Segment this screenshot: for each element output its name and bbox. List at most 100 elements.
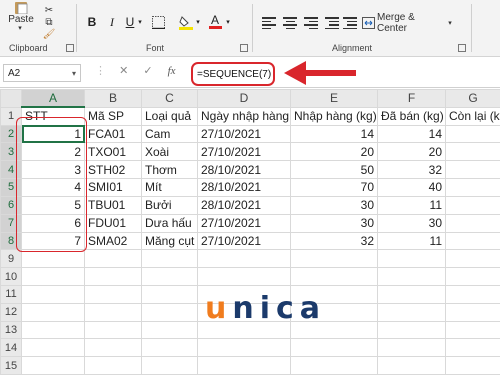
cell[interactable] — [197, 249, 291, 269]
paste-dropdown-icon[interactable]: ▾ — [15, 24, 25, 32]
cell[interactable] — [141, 356, 198, 375]
clipboard-launcher-icon[interactable] — [66, 44, 74, 52]
cell[interactable]: STT — [21, 106, 85, 126]
cell[interactable]: 27/10/2021 — [197, 213, 291, 233]
cell[interactable] — [445, 178, 500, 197]
column-header[interactable]: C — [141, 89, 198, 108]
cell[interactable] — [445, 320, 500, 340]
cancel-icon[interactable]: ✕ — [119, 65, 128, 77]
cell[interactable]: 14 — [290, 124, 378, 144]
row-header[interactable]: 15 — [0, 356, 22, 375]
cell[interactable]: 30 — [290, 195, 378, 215]
merge-center-button[interactable]: Merge & Center — [377, 12, 445, 34]
row-header[interactable]: 3 — [0, 142, 22, 162]
underline-dropdown-icon[interactable]: ▾ — [136, 14, 144, 30]
cell[interactable] — [21, 284, 85, 304]
fill-color-icon[interactable] — [178, 14, 194, 30]
row-header[interactable]: 2 — [0, 124, 22, 144]
cell[interactable] — [21, 302, 85, 322]
cell[interactable] — [84, 267, 142, 286]
cell[interactable]: 27/10/2021 — [197, 231, 291, 251]
cell[interactable]: Nhập hàng (kg) — [290, 106, 378, 126]
formula-input[interactable]: =SEQUENCE(7) — [191, 62, 275, 86]
cell[interactable] — [445, 267, 500, 286]
cell[interactable]: 27/10/2021 — [197, 142, 291, 162]
cell[interactable]: Dưa hấu — [141, 213, 198, 233]
cell[interactable]: Xoài — [141, 142, 198, 162]
merge-dropdown-icon[interactable]: ▾ — [446, 17, 454, 29]
cell[interactable]: 70 — [290, 178, 378, 197]
cell[interactable] — [197, 267, 291, 286]
row-header[interactable]: 12 — [0, 302, 22, 322]
cell[interactable]: 3 — [21, 160, 85, 180]
cell[interactable] — [84, 356, 142, 375]
cell[interactable] — [141, 284, 198, 304]
column-header[interactable]: E — [290, 89, 378, 108]
row-header[interactable]: 4 — [0, 160, 22, 180]
fill-color-dropdown-icon[interactable]: ▾ — [194, 14, 202, 30]
insert-function-button[interactable]: fx — [168, 65, 176, 77]
cell[interactable]: 28/10/2021 — [197, 178, 291, 197]
cell[interactable]: 6 — [21, 213, 85, 233]
select-all-corner[interactable] — [0, 89, 22, 108]
cell[interactable] — [84, 320, 142, 340]
row-header[interactable]: 7 — [0, 213, 22, 233]
cell[interactable] — [141, 320, 198, 340]
borders-icon[interactable] — [150, 14, 166, 30]
row-header[interactable]: 8 — [0, 231, 22, 251]
align-left-icon[interactable] — [262, 17, 276, 29]
cell[interactable]: 28/10/2021 — [197, 195, 291, 215]
cell[interactable]: Ngày nhập hàng — [197, 106, 291, 126]
cell[interactable] — [21, 338, 85, 358]
cell[interactable] — [377, 338, 446, 358]
cell[interactable] — [445, 284, 500, 304]
cell[interactable] — [21, 320, 85, 340]
cell[interactable]: 50 — [290, 160, 378, 180]
cell[interactable]: Đã bán (kg) — [377, 106, 446, 126]
cell[interactable]: Mít — [141, 178, 198, 197]
cell[interactable]: 30 — [290, 213, 378, 233]
increase-indent-icon[interactable] — [343, 17, 357, 29]
italic-button[interactable]: I — [104, 14, 120, 30]
cell[interactable]: Loại quả — [141, 106, 198, 126]
cell[interactable]: SMA02 — [84, 231, 142, 251]
column-header[interactable]: D — [197, 89, 291, 108]
row-header[interactable]: 9 — [0, 249, 22, 269]
cell[interactable]: 11 — [377, 231, 446, 251]
cell[interactable]: 28/10/2021 — [197, 160, 291, 180]
enter-icon[interactable]: ✓ — [143, 65, 152, 77]
cell[interactable]: 4 — [21, 178, 85, 197]
cell[interactable] — [377, 320, 446, 340]
cell[interactable] — [21, 267, 85, 286]
cell[interactable] — [197, 356, 291, 375]
row-header[interactable]: 11 — [0, 284, 22, 304]
align-right-icon[interactable] — [304, 17, 318, 29]
cell[interactable]: 20 — [377, 142, 446, 162]
cell[interactable] — [445, 195, 500, 215]
column-header[interactable]: G — [445, 89, 500, 108]
cell[interactable] — [377, 302, 446, 322]
cell[interactable] — [141, 302, 198, 322]
cell[interactable] — [290, 356, 378, 375]
cell[interactable] — [445, 231, 500, 251]
row-header[interactable]: 6 — [0, 195, 22, 215]
cell[interactable] — [290, 249, 378, 269]
cell[interactable] — [377, 267, 446, 286]
cell[interactable] — [141, 338, 198, 358]
cell[interactable]: TBU01 — [84, 195, 142, 215]
cell[interactable] — [445, 338, 500, 358]
cell[interactable] — [445, 213, 500, 233]
alignment-launcher-icon[interactable] — [458, 44, 466, 52]
row-header[interactable]: 14 — [0, 338, 22, 358]
cell[interactable]: Còn lại (k — [445, 106, 500, 126]
format-painter-icon[interactable]: 🖌 — [42, 28, 56, 40]
bold-button[interactable]: B — [84, 14, 100, 30]
cell[interactable] — [290, 267, 378, 286]
cell[interactable]: 2 — [21, 142, 85, 162]
cell[interactable]: Măng cụt — [141, 231, 198, 251]
cell[interactable]: 40 — [377, 178, 446, 197]
cell[interactable] — [445, 160, 500, 180]
row-header[interactable]: 1 — [0, 106, 22, 126]
copy-icon[interactable]: ⧉ — [42, 16, 56, 28]
decrease-indent-icon[interactable] — [325, 17, 339, 29]
